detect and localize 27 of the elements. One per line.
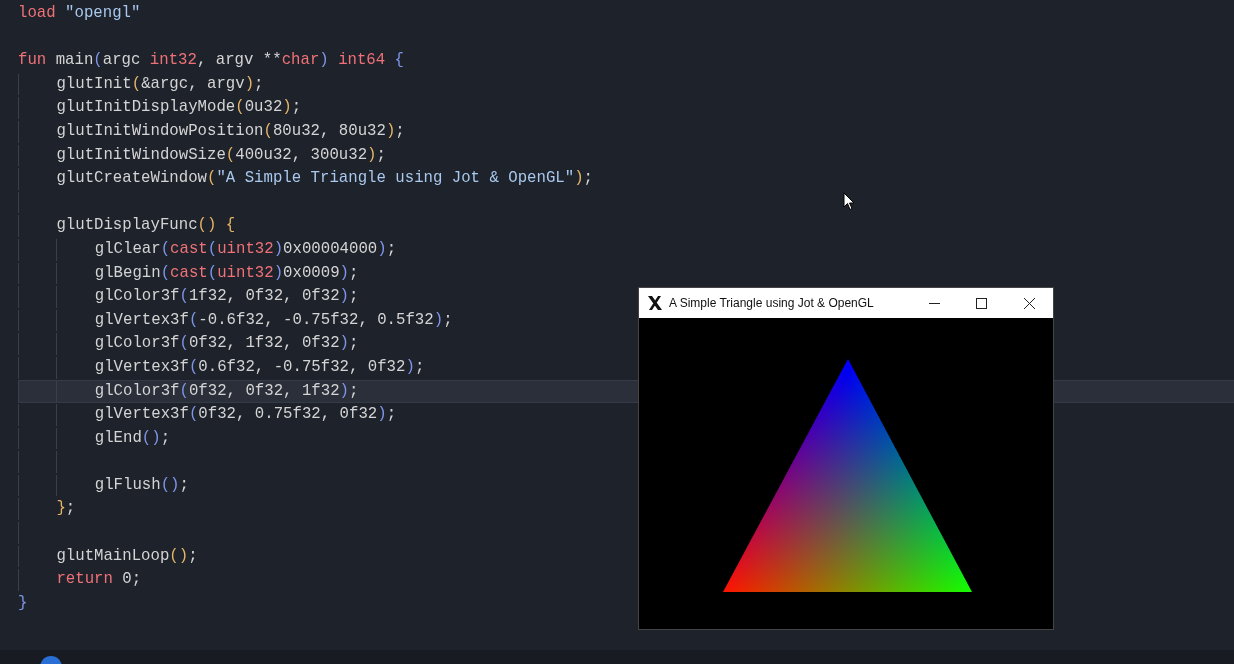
code-line: glVertex3f(0f32, 0.75f32, 0f32); — [94, 404, 397, 426]
code-line: fun main(argc int32, argv **char) int64 { — [18, 50, 405, 72]
code-line: glColor3f(1f32, 0f32, 0f32); — [94, 286, 359, 308]
code-line: glutInitWindowSize(400u32, 300u32); — [56, 144, 386, 166]
x-logo-icon — [647, 295, 663, 311]
code-line: glutInitDisplayMode(0u32); — [56, 97, 302, 119]
code-line: glVertex3f(-0.6f32, -0.75f32, 0.5f32); — [94, 309, 453, 331]
code-line: glutInit(&argc, argv); — [56, 73, 264, 95]
maximize-icon[interactable] — [976, 297, 987, 309]
code-line: } — [18, 592, 28, 614]
code-line: return 0; — [56, 569, 142, 591]
close-icon[interactable] — [1024, 297, 1035, 309]
window-title: A Simple Triangle using Jot & OpenGL — [669, 295, 874, 312]
code-line: glutInitWindowPosition(80u32, 80u32); — [56, 120, 405, 142]
code-line: glVertex3f(0.6f32, -0.75f32, 0f32); — [94, 356, 425, 378]
code-line: glColor3f(0f32, 0f32, 1f32); — [94, 380, 359, 402]
code-line: glutDisplayFunc() { — [56, 215, 236, 237]
code-line: glEnd(); — [94, 427, 171, 449]
code-line: load "opengl" — [18, 3, 141, 24]
mouse-pointer-icon — [843, 192, 855, 211]
code-line: glutCreateWindow("A Simple Triangle using Jot & OpenGL"); — [56, 168, 593, 190]
code-line: glutMainLoop(); — [56, 545, 198, 567]
code-line: glFlush(); — [94, 474, 189, 496]
code-line: }; — [56, 498, 76, 520]
code-line: glBegin(cast(uint32)0x0009); — [94, 262, 359, 284]
code-line: glColor3f(0f32, 1f32, 0f32); — [94, 333, 359, 355]
code-line: glClear(cast(uint32)0x00004000); — [94, 238, 397, 260]
